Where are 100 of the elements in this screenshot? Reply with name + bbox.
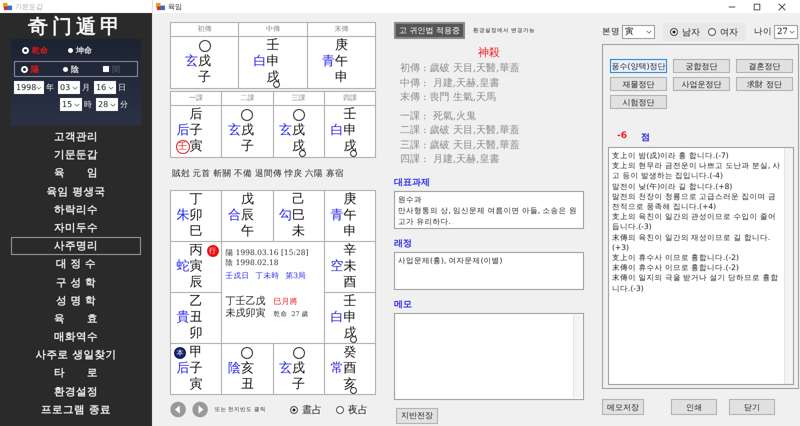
caret-icon	[646, 30, 652, 34]
board-cell[interactable]: 丁 朱卯 巳	[171, 191, 222, 241]
stem-char: 戊	[240, 192, 254, 208]
menu-item[interactable]: 매화역수	[11, 328, 141, 346]
branch-char: 寅	[190, 377, 203, 393]
menu-item[interactable]: 프로그램 종료	[11, 400, 141, 419]
menu-item[interactable]: 대 정 수	[11, 255, 141, 274]
general-char: 玄	[228, 123, 241, 139]
scrollbar[interactable]	[573, 314, 582, 398]
spirit-line: 一課 : 死氣,火鬼	[399, 110, 478, 124]
close-button[interactable]: 닫기	[729, 399, 775, 415]
general-char: 貴	[176, 310, 190, 326]
hour-dropdown[interactable]: 15	[60, 98, 82, 111]
caret-icon	[74, 102, 80, 106]
board-cell[interactable]: 庚 青午 申	[324, 191, 375, 241]
maximize-icon[interactable]	[753, 2, 761, 10]
branch-char: 戌	[240, 123, 254, 139]
stem-char: 甲	[190, 345, 203, 361]
branch-char: 子	[190, 361, 203, 377]
day-dropdown[interactable]: 16	[94, 81, 116, 94]
general-char: 白	[253, 54, 266, 70]
branch-char: 申	[266, 54, 280, 70]
previous-icon[interactable]	[170, 401, 186, 418]
menu-item[interactable]: 환경설정	[11, 382, 141, 401]
menu-item[interactable]: 타 로	[11, 364, 141, 383]
judgement-button[interactable]: 시험정단	[610, 95, 667, 109]
board-cell[interactable]: 玄戌 子	[274, 344, 324, 394]
guiin-button[interactable]: 고 귀인법 적용중	[394, 22, 466, 39]
menu-item[interactable]: 사주로 생일찾기	[11, 346, 141, 364]
judgement-button[interactable]: 재물정단	[610, 77, 667, 91]
menu-item[interactable]: 사주명리	[11, 237, 141, 256]
branch-char: 戌	[266, 70, 280, 86]
year-dropdown[interactable]: 1998	[14, 81, 44, 94]
branch-char: 酉	[343, 275, 356, 291]
radio-button[interactable]: 陰	[63, 64, 79, 74]
radio-button[interactable]: 坤命	[68, 44, 92, 56]
general-char: 玄	[279, 361, 292, 377]
judgement-button[interactable]: 사업운정단	[673, 77, 730, 91]
branch-char: 戌	[292, 361, 306, 377]
unit-label: 日	[118, 82, 127, 93]
board-cell[interactable]: 戊 合辰 午	[222, 191, 272, 241]
board-cell[interactable]: 己 勾巳 未	[274, 191, 324, 241]
judgement-button[interactable]: 求財 정단	[736, 77, 793, 91]
spirit-line: 中傳 : 月建,天赫,皇書	[399, 76, 500, 90]
general-char: 白	[330, 123, 344, 139]
unit-label: 年	[46, 82, 55, 93]
minute-dropdown[interactable]: 28	[96, 98, 118, 111]
judgement-button[interactable]: 궁합정단	[673, 59, 730, 73]
branch-char: 丑	[240, 377, 254, 393]
branch-char: 午	[240, 224, 254, 240]
scrollbar[interactable]	[784, 148, 793, 384]
radio-button[interactable]	[670, 28, 678, 36]
menu-item[interactable]: 기문둔갑	[11, 146, 141, 164]
menu-item[interactable]: 고객관리	[11, 128, 141, 146]
logo: 奇门遁甲	[28, 13, 124, 39]
stem-char: 庚	[343, 192, 356, 208]
branch-char: 卯	[190, 326, 203, 342]
memo-field[interactable]	[394, 312, 584, 400]
print-button[interactable]: 인쇄	[671, 399, 717, 415]
next-icon[interactable]	[192, 401, 208, 418]
month-dropdown[interactable]: 03	[58, 81, 80, 94]
caret-icon	[108, 86, 114, 90]
menu-item[interactable]: 하락리수	[11, 200, 141, 219]
spirit-line: 末傳 : 喪門 生氣,天馬	[399, 91, 498, 105]
stem-char: 丁	[190, 192, 203, 208]
stems-text: 丁壬乙戊	[225, 296, 266, 308]
menu-item[interactable]: 자미두수	[11, 218, 141, 238]
radio-button[interactable]	[708, 28, 716, 36]
menu-item[interactable]: 육임 평생국	[11, 182, 141, 201]
field-label: 래정	[394, 238, 413, 250]
general-char: 空	[330, 259, 344, 275]
score-value: -6	[617, 131, 627, 143]
judgement-button[interactable]: 결혼정단	[736, 59, 793, 73]
stem-char: 壬	[343, 294, 356, 310]
unit-label: 分	[120, 99, 129, 110]
board-cell[interactable]: 辛 空未 酉	[324, 242, 375, 292]
caret-icon	[72, 86, 78, 90]
age-dropdown[interactable]: 27	[774, 25, 798, 39]
menu-item[interactable]: 육 임	[11, 164, 141, 183]
save-memo-button[interactable]: 메모저장	[602, 399, 644, 415]
map-button[interactable]: 지반전장	[396, 408, 438, 424]
board-cell[interactable]: 陰亥 丑	[222, 344, 272, 394]
radio-button[interactable]	[290, 406, 298, 414]
menu-item[interactable]: 구 성 학	[11, 274, 141, 292]
branch-char: 辰	[240, 208, 254, 224]
menu-item[interactable]: 성 명 학	[11, 292, 141, 310]
birth-branch-dropdown[interactable]: 寅	[622, 25, 655, 39]
branch-char: 寅	[190, 259, 203, 275]
month-general: 巳月將	[273, 296, 298, 308]
stem-char: 癸	[343, 345, 356, 361]
radio-button[interactable]	[336, 406, 344, 414]
menu-item[interactable]: 육 효	[11, 310, 141, 328]
general-char: 白	[330, 310, 344, 326]
judgement-button[interactable]: 풍수(양택)정단	[610, 59, 667, 73]
pattern-text: 賊尅 元首 斬關 不備 退間傳 悖戾 六陽 寡宿	[172, 168, 345, 181]
board-cell[interactable]: 乙 貴丑 卯	[171, 293, 222, 343]
field-label: 나이	[754, 26, 772, 38]
result-box[interactable]	[608, 147, 794, 385]
branch-char: 子	[240, 139, 254, 155]
close-icon[interactable]	[778, 2, 786, 10]
